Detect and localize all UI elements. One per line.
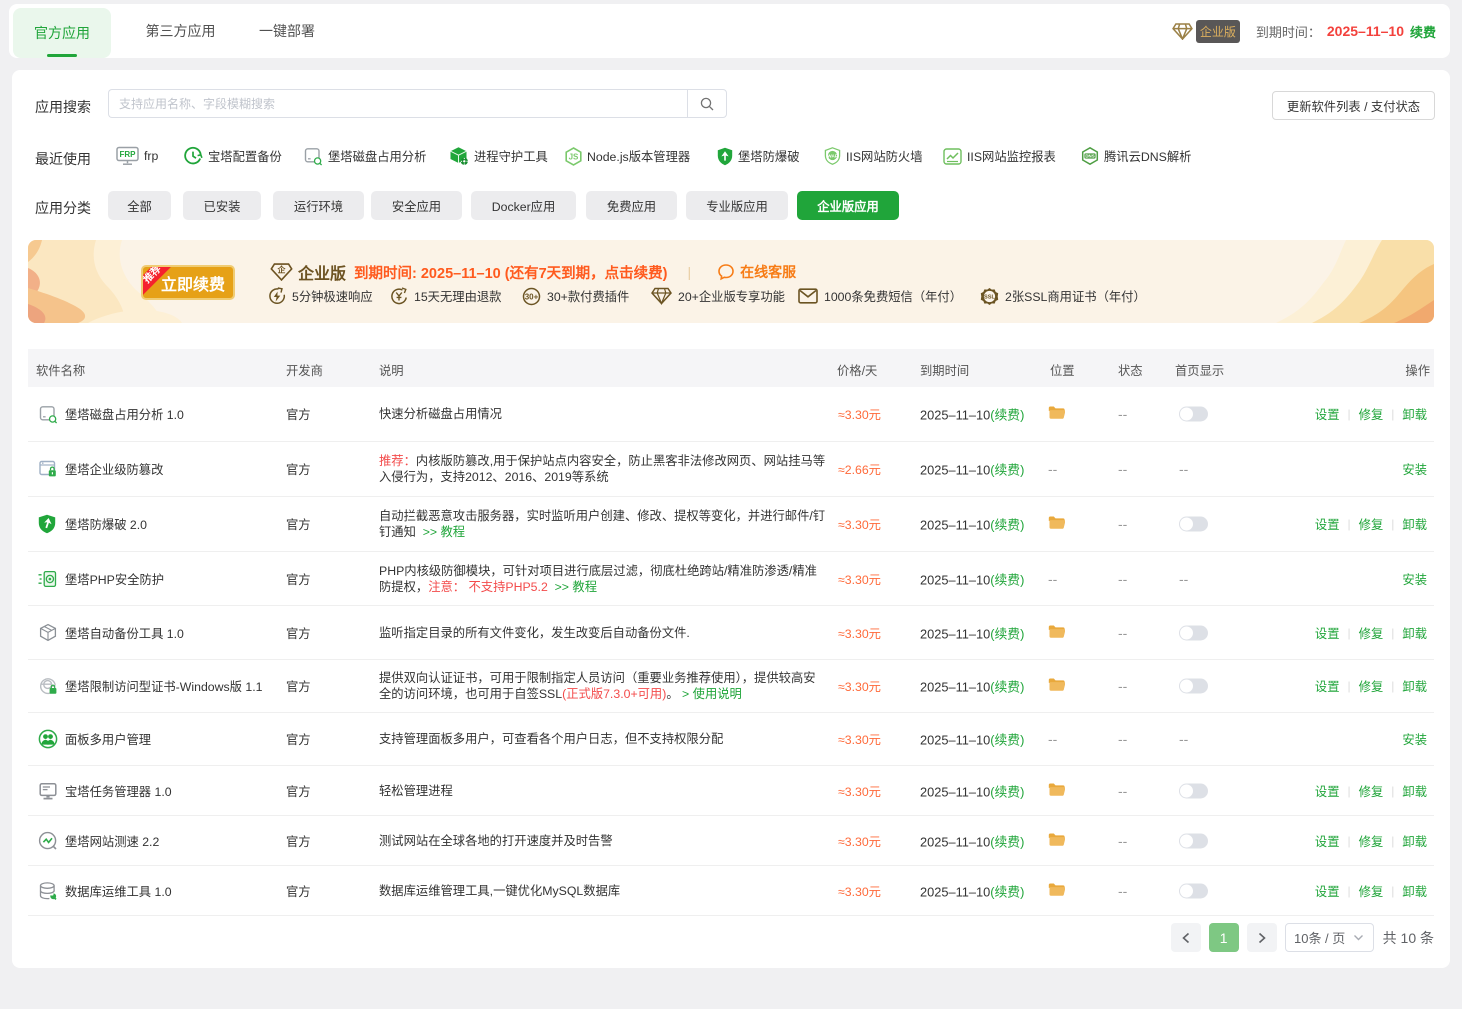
svg-text:30+: 30+ [525,292,539,301]
svg-text:企: 企 [277,264,287,274]
svg-text:SSL: SSL [984,294,995,300]
svg-text:JS: JS [569,152,579,161]
svg-text:WAF: WAF [827,153,837,158]
svg-text:DNS: DNS [1085,153,1094,158]
svg-text:FRP: FRP [120,150,137,159]
